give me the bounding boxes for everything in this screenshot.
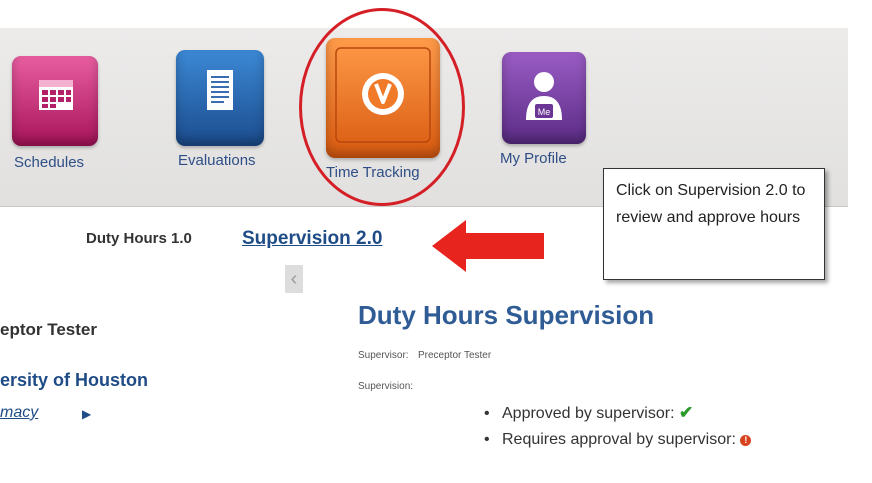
page-title: Duty Hours Supervision [358,300,655,330]
triangle-right-icon[interactable]: ▶ [82,404,91,424]
supervisor-label: Supervisor: [358,350,409,361]
evaluations-button[interactable] [176,50,264,146]
tab-supervision[interactable]: Supervision 2.0 [242,228,382,250]
my-profile-button[interactable]: Me [502,52,586,144]
document-icon [207,70,233,110]
highlight-ring [299,8,465,206]
profile-badge-text: Me [538,107,551,117]
status-legend: • Approved by supervisor: ✔ • Requires app… [484,399,752,453]
chevron-left-icon: ‹ [290,268,298,290]
profile-icon: Me [526,72,562,120]
bullet-icon: • [484,405,490,422]
legend-approved-text: Approved by supervisor: [502,405,675,422]
organization-name: ersity of Houston [0,370,149,390]
schedules-label[interactable]: Schedules [14,154,84,171]
schedules-button[interactable] [12,56,98,146]
instruction-callout: Click on Supervision 2.0 to review and a… [603,168,825,280]
pointer-arrow-icon [432,220,544,272]
evaluations-label[interactable]: Evaluations [178,152,256,169]
legend-approved: • Approved by supervisor: ✔ [484,399,751,426]
bullet-icon: • [484,431,490,448]
callout-text: Click on Supervision 2.0 to review and a… [616,182,806,226]
supervision-label: Supervision: [358,381,414,392]
my-profile-label[interactable]: My Profile [500,150,567,167]
calendar-icon [39,80,73,110]
alert-icon: ! [740,435,752,446]
tab-duty-hours[interactable]: Duty Hours 1.0 [86,230,192,247]
checkmark-icon: ✔ [678,403,694,422]
legend-requires: • Requires approval by supervisor: ! [484,426,752,453]
department-link[interactable]: macy [0,404,38,422]
user-name: eptor Tester [0,320,97,339]
supervisor-value: Preceptor Tester [418,350,492,361]
legend-requires-text: Requires approval by supervisor: [502,431,736,448]
collapse-sidebar-button[interactable]: ‹ [285,265,303,293]
